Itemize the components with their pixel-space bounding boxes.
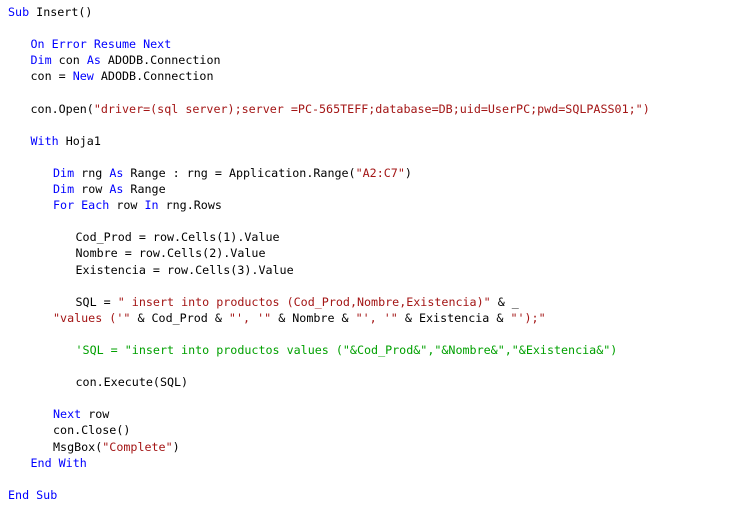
code-line: Dim rng As Range : rng = Application.Ran…	[0, 165, 738, 181]
code-text: Range	[123, 182, 166, 197]
code-string: "A2:C7"	[355, 165, 405, 180]
code-text: rng	[74, 165, 110, 180]
code-text: ADODB.Connection	[93, 69, 214, 84]
code-text: & Nombre &	[271, 310, 356, 325]
code-text: Nombre = row.Cells(2).Value	[75, 246, 266, 261]
code-text: row	[74, 182, 110, 197]
code-text: Range : rng = Application.Range(	[123, 165, 356, 180]
code-line: End With	[0, 455, 738, 471]
code-string: "');"	[510, 310, 546, 325]
code-keyword: On Error Resume Next	[30, 37, 172, 52]
code-line: End Sub	[0, 487, 738, 503]
code-keyword: As	[86, 53, 101, 68]
code-text: rng.Rows	[158, 198, 222, 213]
code-line: On Error Resume Next	[0, 36, 738, 52]
code-text: )	[404, 165, 412, 180]
code-text: con	[51, 53, 87, 68]
code-line: con = New ADODB.Connection	[0, 68, 738, 84]
code-keyword: Next	[53, 407, 82, 422]
code-text: con.Close()	[53, 423, 131, 438]
code-text: Cod_Prod = row.Cells(1).Value	[75, 230, 280, 245]
code-string: "driver=(sql server);server =PC-565TEFF;…	[93, 101, 650, 116]
code-keyword: New	[72, 69, 94, 84]
code-text: row	[81, 407, 110, 422]
code-text: con.Open(	[30, 101, 94, 116]
code-line: For Each row In rng.Rows	[0, 197, 738, 213]
code-text: & Cod_Prod &	[130, 310, 229, 325]
code-line: Sub Insert()	[0, 4, 738, 20]
code-line: Existencia = row.Cells(3).Value	[0, 262, 738, 278]
code-text: con =	[30, 69, 73, 84]
code-line: With Hoja1	[0, 133, 738, 149]
code-text: SQL =	[75, 294, 118, 309]
code-text: con.Execute(SQL)	[75, 375, 189, 390]
code-string: "', '"	[355, 310, 398, 325]
code-text: MsgBox(	[53, 439, 103, 454]
code-text: & Existencia &	[397, 310, 511, 325]
code-keyword: Dim	[30, 53, 52, 68]
code-keyword: Sub	[8, 5, 30, 19]
code-line: con.Execute(SQL)	[0, 374, 738, 390]
code-line: Dim con As ADODB.Connection	[0, 52, 738, 68]
code-string: "values ('"	[53, 310, 131, 325]
code-text: row	[109, 198, 145, 213]
code-keyword: For Each	[53, 198, 110, 213]
code-line: 'SQL = "insert into productos values ("&…	[0, 342, 738, 358]
code-line: MsgBox("Complete")	[0, 439, 738, 455]
code-line: "values ('" & Cod_Prod & "', '" & Nombre…	[0, 310, 738, 326]
code-keyword: As	[109, 165, 124, 180]
code-string: "Complete"	[102, 439, 173, 454]
code-text: Insert()	[29, 5, 93, 19]
code-text: Hoja1	[58, 133, 101, 148]
code-keyword: With	[30, 133, 59, 148]
code-keyword: End With	[30, 455, 87, 470]
code-keyword: In	[144, 198, 159, 213]
code-line: Nombre = row.Cells(2).Value	[0, 245, 738, 261]
code-text: Existencia = row.Cells(3).Value	[75, 262, 294, 277]
code-keyword: As	[109, 182, 124, 197]
code-line: SQL = " insert into productos (Cod_Prod,…	[0, 294, 738, 310]
code-line: Next row	[0, 406, 738, 422]
code-line: con.Close()	[0, 422, 738, 438]
code-keyword: Dim	[53, 165, 75, 180]
code-string: "', '"	[228, 310, 272, 325]
code-comment: 'SQL = "insert into productos values ("&…	[75, 342, 618, 357]
code-listing[interactable]: Sub Insert() On Error Resume Next Dim con …	[0, 0, 738, 503]
code-text: & _	[490, 294, 519, 309]
code-text: )	[172, 439, 180, 454]
code-keyword: Dim	[53, 182, 75, 197]
code-line: Cod_Prod = row.Cells(1).Value	[0, 229, 738, 245]
code-line: Dim row As Range	[0, 181, 738, 197]
code-text: ADODB.Connection	[100, 53, 221, 68]
code-keyword: End Sub	[8, 487, 58, 502]
code-line: con.Open("driver=(sql server);server =PC…	[0, 101, 738, 117]
code-string: " insert into productos (Cod_Prod,Nombre…	[117, 294, 491, 309]
